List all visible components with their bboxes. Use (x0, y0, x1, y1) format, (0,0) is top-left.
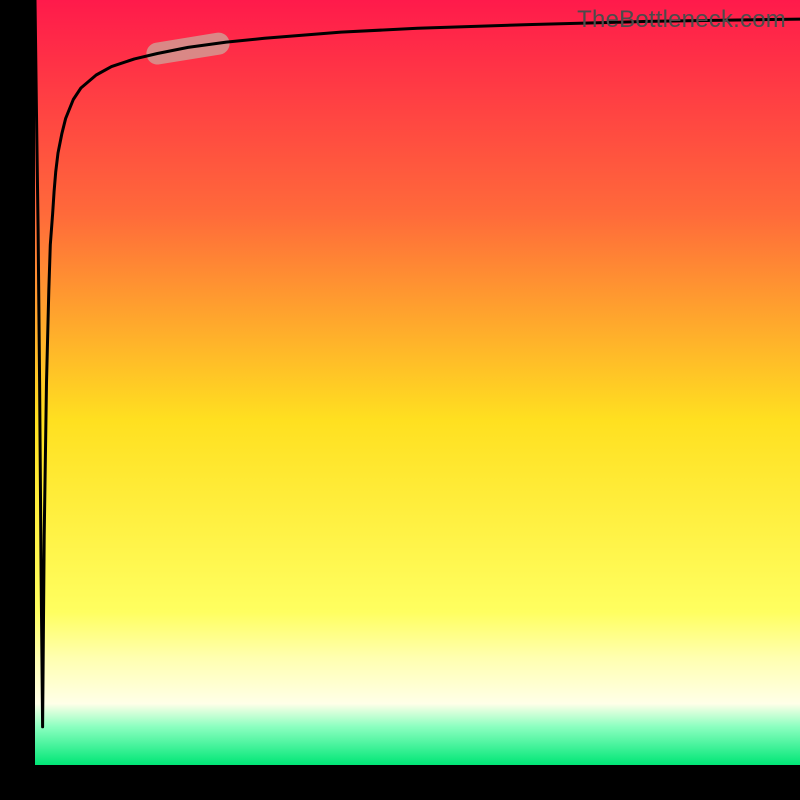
watermark-text: TheBottleneck.com (577, 6, 786, 34)
bottleneck-chart (0, 0, 800, 800)
chart-container: TheBottleneck.com (0, 0, 800, 800)
